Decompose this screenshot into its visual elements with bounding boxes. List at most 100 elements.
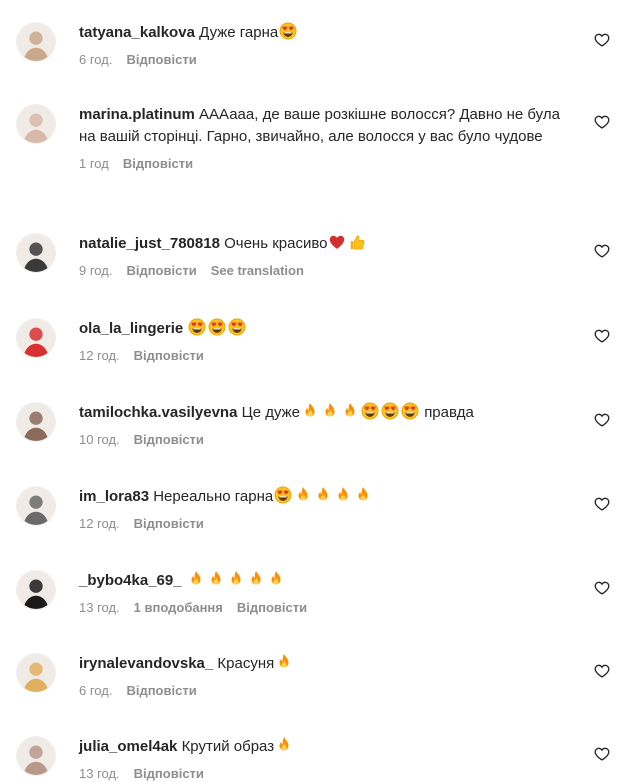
comment-meta: 1 год Відповісти (79, 156, 579, 172)
comment-text: julia_omel4ak Крутий образ (79, 736, 579, 758)
fire-emoji (341, 402, 359, 420)
comment-message: Це дуже (241, 404, 301, 421)
reply-button[interactable]: Відповісти (134, 766, 204, 781)
comment-meta: 13 год. Відповісти (79, 766, 579, 782)
heart-eyes-emoji (228, 318, 246, 336)
fire-emoji (321, 402, 339, 420)
comment-message: Очень красиво (224, 235, 328, 252)
comment-meta: 6 год. Відповісти (79, 52, 579, 68)
comment-message: Дуже гарна (199, 24, 279, 41)
avatar[interactable] (16, 402, 56, 442)
heart-outline-icon[interactable] (594, 328, 610, 344)
comment-username[interactable]: tatyana_kalkova (79, 24, 195, 41)
comment-meta: 12 год. Відповісти (79, 348, 579, 364)
comment-time: 13 год. (79, 600, 120, 615)
comment-text: marina.platinum АААааа, де ваше розкішне… (79, 104, 579, 148)
comment-meta: 12 год. Відповісти (79, 516, 579, 532)
heart-eyes-emoji (208, 318, 226, 336)
heart-eyes-emoji (279, 22, 297, 40)
fire-emoji (207, 570, 225, 588)
reply-button[interactable]: Відповісти (237, 600, 307, 615)
fire-emoji (294, 486, 312, 504)
comment-time: 12 год. (79, 348, 120, 363)
comment-time: 9 год. (79, 263, 113, 278)
fire-emoji (314, 486, 332, 504)
comment-username[interactable]: _bybo4ka_69_ (79, 572, 182, 589)
avatar[interactable] (16, 22, 56, 62)
avatar[interactable] (16, 736, 56, 776)
comment-text: irynalevandovska_ Красуня (79, 653, 579, 675)
avatar[interactable] (16, 486, 56, 526)
comment-username[interactable]: natalie_just_780818 (79, 235, 220, 252)
comment-body: tatyana_kalkova Дуже гарна 6 год. Відповіс… (79, 22, 579, 68)
comment-body: tamilochka.vasilyevna Це дуже правда 10 г… (79, 402, 579, 448)
comment-time: 1 год (79, 156, 109, 171)
heart-outline-icon[interactable] (594, 746, 610, 762)
comment-time: 10 год. (79, 432, 120, 447)
reply-button[interactable]: Відповісти (134, 432, 204, 447)
fire-emoji (334, 486, 352, 504)
heart-outline-icon[interactable] (594, 32, 610, 48)
comment-username[interactable]: ola_la_lingerie (79, 320, 183, 337)
likes-count[interactable]: 1 вподобання (134, 600, 223, 615)
fire-emoji (267, 570, 285, 588)
fire-emoji (247, 570, 265, 588)
comment-message-after: правда (424, 404, 474, 421)
reply-button[interactable]: Відповісти (126, 683, 196, 698)
comment-body: natalie_just_780818 Очень красиво 9 год. В… (79, 233, 579, 279)
comment-message: Красуня (217, 655, 275, 672)
heart-outline-icon[interactable] (594, 496, 610, 512)
red-heart-emoji (328, 233, 346, 251)
comment-body: ola_la_lingerie 12 год. Відповісти (79, 318, 579, 364)
heart-outline-icon[interactable] (594, 663, 610, 679)
comment-message: Нереально гарна (153, 488, 274, 505)
avatar[interactable] (16, 318, 56, 358)
see-translation-button[interactable]: See translation (211, 263, 304, 278)
comment-meta: 13 год. 1 вподобання Відповісти (79, 600, 579, 616)
fire-emoji (187, 570, 205, 588)
heart-eyes-emoji (188, 318, 206, 336)
heart-eyes-emoji (381, 402, 399, 420)
comment-text: natalie_just_780818 Очень красиво (79, 233, 579, 255)
heart-outline-icon[interactable] (594, 114, 610, 130)
comment-username[interactable]: julia_omel4ak (79, 738, 177, 755)
reply-button[interactable]: Відповісти (123, 156, 193, 171)
heart-eyes-emoji (274, 486, 292, 504)
comment-meta: 6 год. Відповісти (79, 683, 579, 699)
comment-body: julia_omel4ak Крутий образ 13 год. Відпові… (79, 736, 579, 782)
comment-text: tamilochka.vasilyevna Це дуже правда (79, 402, 579, 424)
comment-text: _bybo4ka_69_ (79, 570, 579, 592)
comment-username[interactable]: irynalevandovska_ (79, 655, 213, 672)
heart-eyes-emoji (361, 402, 379, 420)
avatar[interactable] (16, 233, 56, 273)
comment-body: irynalevandovska_ Красуня 6 год. Відповіст… (79, 653, 579, 699)
comment-body: _bybo4ka_69_ 13 год. 1 вподобання Відповіс… (79, 570, 579, 616)
comment-text: ola_la_lingerie (79, 318, 579, 340)
comment-username[interactable]: tamilochka.vasilyevna (79, 404, 237, 421)
comment-time: 12 год. (79, 516, 120, 531)
reply-button[interactable]: Відповісти (126, 52, 196, 67)
fire-emoji (301, 402, 319, 420)
reply-button[interactable]: Відповісти (134, 516, 204, 531)
heart-outline-icon[interactable] (594, 412, 610, 428)
comment-text: tatyana_kalkova Дуже гарна (79, 22, 579, 44)
avatar[interactable] (16, 653, 56, 693)
comment-username[interactable]: marina.platinum (79, 106, 195, 123)
reply-button[interactable]: Відповісти (126, 263, 196, 278)
fire-emoji (275, 736, 293, 754)
comment-body: im_lora83 Нереально гарна 12 год. Відповіс… (79, 486, 579, 532)
fire-emoji (354, 486, 372, 504)
thumbs-up-emoji (348, 233, 366, 251)
comment-time: 6 год. (79, 52, 113, 67)
avatar[interactable] (16, 104, 56, 144)
reply-button[interactable]: Відповісти (134, 348, 204, 363)
avatar[interactable] (16, 570, 56, 610)
comment-username[interactable]: im_lora83 (79, 488, 149, 505)
heart-outline-icon[interactable] (594, 243, 610, 259)
comment-meta: 9 год. Відповісти See translation (79, 263, 579, 279)
heart-outline-icon[interactable] (594, 580, 610, 596)
heart-eyes-emoji (401, 402, 419, 420)
comment-body: marina.platinum АААааа, де ваше розкішне… (79, 104, 579, 172)
comment-text: im_lora83 Нереально гарна (79, 486, 579, 508)
fire-emoji (227, 570, 245, 588)
